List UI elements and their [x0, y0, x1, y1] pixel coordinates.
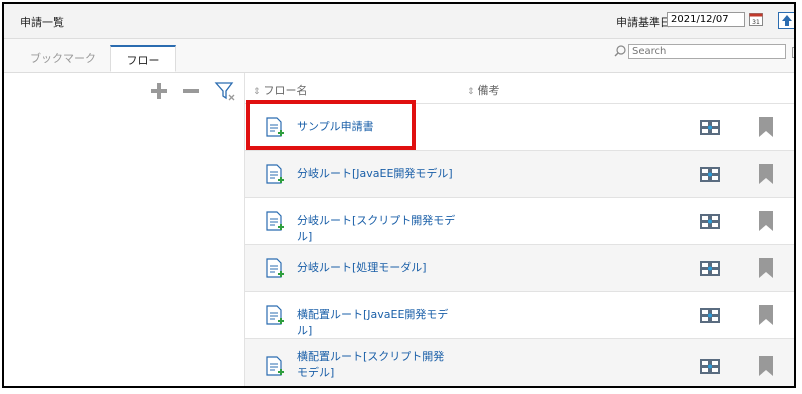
- filter-icon[interactable]: [214, 80, 236, 102]
- sort-icon: ⇕: [467, 87, 475, 97]
- bookmark-icon[interactable]: [759, 164, 773, 184]
- tree-pane: [4, 73, 244, 386]
- clear-search-icon[interactable]: [792, 47, 794, 58]
- column-header-flow-name[interactable]: ⇕ フロー名: [253, 82, 308, 98]
- remove-icon[interactable]: [182, 82, 200, 100]
- title-bar: 申請一覧 申請基準日 31: [4, 4, 794, 39]
- add-icon[interactable]: [150, 82, 168, 100]
- page-title: 申請一覧: [20, 16, 64, 29]
- calendar-icon[interactable]: 31: [749, 12, 763, 26]
- search-input[interactable]: [628, 44, 786, 59]
- document-add-icon: [266, 164, 284, 184]
- column-header-note[interactable]: ⇕ 備考: [467, 82, 500, 98]
- sort-icon: ⇕: [253, 87, 261, 97]
- list-item[interactable]: 分岐ルート[JavaEE開発モデル]: [245, 151, 794, 198]
- bookmark-icon[interactable]: [759, 356, 773, 376]
- upload-button[interactable]: [778, 12, 794, 29]
- flow-name[interactable]: 分岐ルート[処理モーダル]: [297, 260, 457, 276]
- document-add-icon: [266, 258, 284, 278]
- flow-diagram-icon[interactable]: [700, 359, 720, 374]
- tab-bookmark[interactable]: ブックマーク: [18, 45, 108, 72]
- list-item[interactable]: 横配置ルート[スクリプト開発モデル]: [245, 339, 794, 386]
- flow-name[interactable]: 横配置ルート[スクリプト開発モデル]: [297, 349, 447, 381]
- highlight-box: [246, 100, 416, 150]
- search-icon: [614, 45, 626, 57]
- flow-name[interactable]: 分岐ルート[JavaEE開発モデル]: [297, 166, 457, 182]
- base-date-input[interactable]: [667, 12, 745, 27]
- flow-diagram-icon[interactable]: [700, 308, 720, 323]
- bookmark-icon[interactable]: [759, 117, 773, 137]
- flow-diagram-icon[interactable]: [700, 120, 720, 135]
- document-add-icon: [266, 305, 284, 325]
- document-add-icon: [266, 356, 284, 376]
- bookmark-icon[interactable]: [759, 211, 773, 231]
- flow-name[interactable]: 横配置ルート[JavaEE開発モデル]: [297, 307, 457, 339]
- upload-arrow-icon: [782, 15, 792, 26]
- list-item[interactable]: 分岐ルート[処理モーダル]: [245, 245, 794, 292]
- flow-diagram-icon[interactable]: [700, 167, 720, 182]
- document-add-icon: [266, 211, 284, 231]
- flow-name[interactable]: 分岐ルート[スクリプト開発モデル]: [297, 213, 457, 245]
- flow-diagram-icon[interactable]: [700, 261, 720, 276]
- svg-text:31: 31: [752, 19, 760, 26]
- tab-flow[interactable]: フロー: [110, 45, 176, 72]
- bookmark-icon[interactable]: [759, 305, 773, 325]
- base-date-label: 申請基準日: [616, 16, 671, 29]
- application-window: 申請一覧 申請基準日 31 ブックマーク フロー: [2, 2, 796, 388]
- list-item[interactable]: 横配置ルート[JavaEE開発モデル]: [245, 292, 794, 339]
- flow-diagram-icon[interactable]: [700, 214, 720, 229]
- list-item[interactable]: 分岐ルート[スクリプト開発モデル]: [245, 198, 794, 245]
- bookmark-icon[interactable]: [759, 258, 773, 278]
